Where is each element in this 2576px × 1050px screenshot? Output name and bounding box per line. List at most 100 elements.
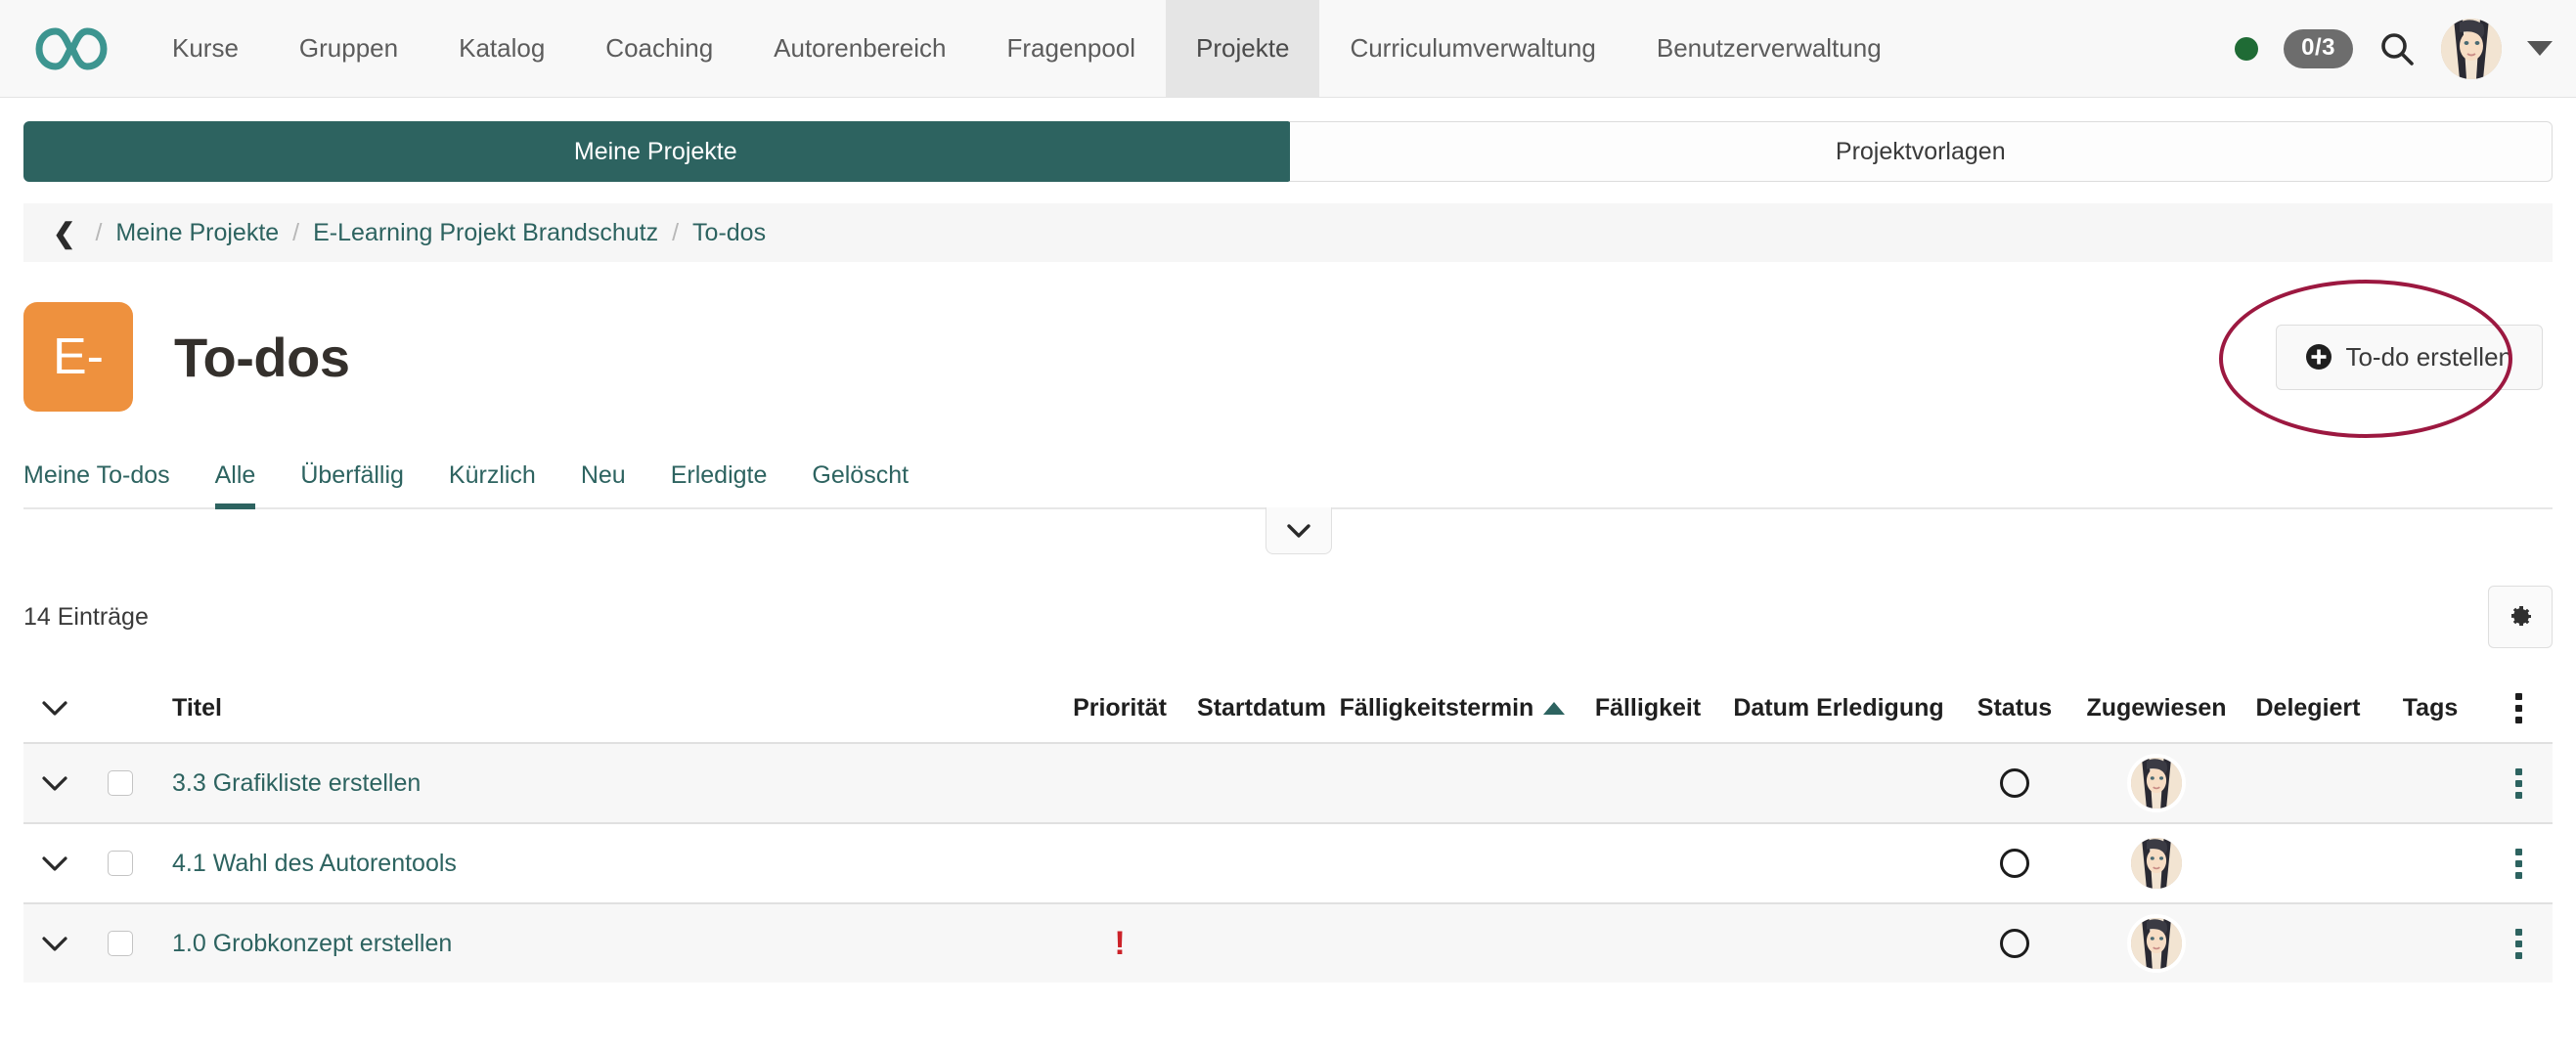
breadcrumb-separator: / <box>95 219 102 247</box>
row-assigned-avatar[interactable] <box>2073 918 2240 969</box>
tab-projektvorlagen[interactable]: Projektvorlagen <box>1288 121 2554 182</box>
nav-label: Coaching <box>605 33 713 64</box>
table-options-menu-icon[interactable] <box>2484 693 2553 723</box>
filter-tab-label: Gelöscht <box>812 461 909 489</box>
row-assigned-avatar[interactable] <box>2073 758 2240 809</box>
nav-item-fragenpool[interactable]: Fragenpool <box>977 0 1167 97</box>
table-settings-button[interactable] <box>2488 586 2553 648</box>
project-tab-bar: Meine Projekte Projektvorlagen <box>0 98 2576 203</box>
breadcrumb-item-projekt[interactable]: E-Learning Projekt Brandschutz <box>313 219 658 247</box>
column-header-faelligkeit[interactable]: Fälligkeit <box>1575 694 1721 722</box>
avatar <box>2131 758 2182 809</box>
row-checkbox-cell <box>86 770 155 796</box>
row-expand-chevron-icon[interactable] <box>23 775 86 792</box>
search-icon[interactable] <box>2378 30 2416 67</box>
breadcrumb-separator: / <box>672 219 679 247</box>
row-expand-chevron-icon[interactable] <box>23 936 86 952</box>
task-count-badge[interactable]: 0/3 <box>2284 29 2353 68</box>
nav-item-kurse[interactable]: Kurse <box>142 0 269 97</box>
filter-tab-meine-to-dos[interactable]: Meine To-dos <box>23 461 170 509</box>
column-header-delegiert[interactable]: Delegiert <box>2240 694 2376 722</box>
column-header-prioritaet[interactable]: Priorität <box>1046 694 1193 722</box>
column-header-faelligkeitstermin-label: Fälligkeitstermin <box>1340 694 1534 722</box>
column-header-startdatum[interactable]: Startdatum <box>1193 694 1330 722</box>
breadcrumb-item-meine-projekte[interactable]: Meine Projekte <box>115 219 279 247</box>
todo-filter-tabs: Meine To-dos Alle Überfällig Kürzlich Ne… <box>23 461 2553 509</box>
row-priority: ! <box>1046 927 1193 960</box>
back-chevron-icon[interactable]: ❮ <box>53 217 75 249</box>
row-title-link[interactable]: 4.1 Wahl des Autorentools <box>155 850 1046 878</box>
avatar <box>2131 918 2182 969</box>
column-header-titel[interactable]: Titel <box>155 694 1046 722</box>
filter-tab-geloescht[interactable]: Gelöscht <box>812 461 909 509</box>
nav-label: Autorenbereich <box>774 33 946 64</box>
table-header-row: Titel Priorität Startdatum Fälligkeitste… <box>23 674 2553 742</box>
nav-label: Gruppen <box>299 33 398 64</box>
row-options-menu-icon[interactable] <box>2484 929 2553 959</box>
column-header-faelligkeitstermin[interactable]: Fälligkeitstermin <box>1330 694 1575 722</box>
table-row[interactable]: 4.1 Wahl des Autorentools <box>23 822 2553 902</box>
nav-item-benutzerverwaltung[interactable]: Benutzerverwaltung <box>1626 0 1912 97</box>
priority-high-icon: ! <box>1114 927 1125 960</box>
filter-tab-erledigte[interactable]: Erledigte <box>671 461 768 509</box>
online-status-indicator <box>2235 37 2258 61</box>
row-status-toggle[interactable] <box>1956 929 2073 958</box>
expand-filters-toggle[interactable] <box>1266 507 1332 554</box>
create-todo-button[interactable]: To-do erstellen <box>2276 325 2543 390</box>
row-checkbox[interactable] <box>108 851 133 876</box>
expand-all-chevron-icon[interactable] <box>23 700 86 717</box>
user-menu-chevron-down-icon[interactable] <box>2527 41 2553 56</box>
infinity-logo-icon <box>35 27 108 70</box>
page-header: E- To-dos To-do erstellen <box>23 303 2553 411</box>
filter-tab-label: Meine To-dos <box>23 461 170 489</box>
breadcrumb-item-todos[interactable]: To-dos <box>692 219 766 247</box>
filter-tab-label: Erledigte <box>671 461 768 489</box>
table-toolbar: 14 Einträge <box>23 586 2553 648</box>
row-status-toggle[interactable] <box>1956 849 2073 878</box>
filter-tab-ueberfaellig[interactable]: Überfällig <box>300 461 404 509</box>
filter-tab-alle[interactable]: Alle <box>215 461 256 509</box>
nav-item-autorenbereich[interactable]: Autorenbereich <box>743 0 976 97</box>
app-logo[interactable] <box>0 0 142 97</box>
column-header-zugewiesen[interactable]: Zugewiesen <box>2073 694 2240 722</box>
nav-label: Projekte <box>1196 33 1289 64</box>
plus-circle-icon <box>2306 344 2332 370</box>
status-open-icon <box>2000 929 2029 958</box>
filter-tab-label: Alle <box>215 461 256 489</box>
nav-label: Fragenpool <box>1007 33 1136 64</box>
row-title-link[interactable]: 3.3 Grafikliste erstellen <box>155 769 1046 798</box>
tab-label: Meine Projekte <box>574 138 737 166</box>
nav-item-gruppen[interactable]: Gruppen <box>269 0 428 97</box>
todos-table: Titel Priorität Startdatum Fälligkeitste… <box>23 674 2553 983</box>
nav-label: Curriculumverwaltung <box>1350 33 1595 64</box>
avatar <box>2131 838 2182 889</box>
column-header-datum-erledigung[interactable]: Datum Erledigung <box>1721 694 1956 722</box>
table-row[interactable]: 3.3 Grafikliste erstellen <box>23 742 2553 822</box>
row-assigned-avatar[interactable] <box>2073 838 2240 889</box>
filter-tab-kuerzlich[interactable]: Kürzlich <box>449 461 536 509</box>
avatar[interactable] <box>2441 19 2502 79</box>
filter-tab-neu[interactable]: Neu <box>581 461 626 509</box>
column-header-status[interactable]: Status <box>1956 694 2073 722</box>
nav-item-projekte[interactable]: Projekte <box>1166 0 1319 97</box>
tab-label: Projektvorlagen <box>1836 138 2006 166</box>
table-row[interactable]: 1.0 Grobkonzept erstellen ! <box>23 902 2553 983</box>
column-header-tags[interactable]: Tags <box>2376 694 2484 722</box>
nav-item-curriculumverwaltung[interactable]: Curriculumverwaltung <box>1319 0 1625 97</box>
nav-item-katalog[interactable]: Katalog <box>428 0 575 97</box>
create-todo-label: To-do erstellen <box>2345 342 2512 372</box>
main-nav-list: Kurse Gruppen Katalog Coaching Autorenbe… <box>142 0 1912 97</box>
entry-count-label: 14 Einträge <box>23 603 149 632</box>
row-expand-chevron-icon[interactable] <box>23 855 86 872</box>
row-title-link[interactable]: 1.0 Grobkonzept erstellen <box>155 930 1046 958</box>
row-checkbox[interactable] <box>108 931 133 956</box>
row-options-menu-icon[interactable] <box>2484 849 2553 879</box>
row-checkbox[interactable] <box>108 770 133 796</box>
chevron-down-icon <box>1286 523 1311 539</box>
row-options-menu-icon[interactable] <box>2484 768 2553 799</box>
project-avatar-icon: E- <box>23 302 133 412</box>
sort-ascending-icon <box>1543 702 1565 715</box>
row-status-toggle[interactable] <box>1956 768 2073 798</box>
tab-meine-projekte[interactable]: Meine Projekte <box>23 121 1288 182</box>
nav-item-coaching[interactable]: Coaching <box>575 0 743 97</box>
